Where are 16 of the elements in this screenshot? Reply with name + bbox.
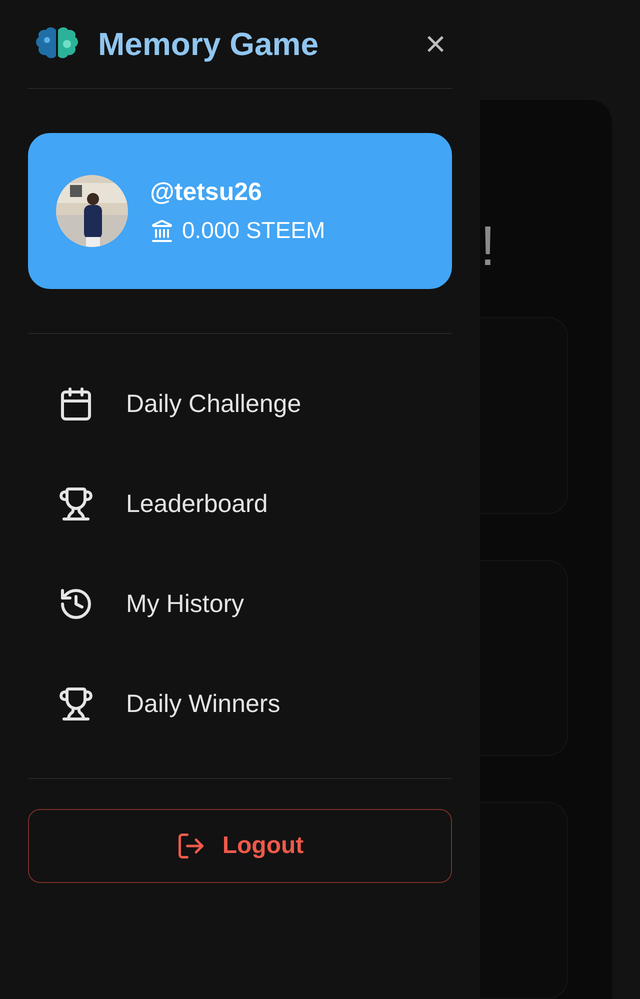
logout-button[interactable]: Logout [28, 809, 452, 883]
menu-item[interactable]: Daily Winners [28, 654, 452, 754]
calendar-icon [58, 386, 94, 422]
trophy-icon [58, 486, 94, 522]
logout-icon [176, 831, 206, 861]
bank-icon [150, 218, 174, 242]
menu-item[interactable]: Daily Challenge [28, 354, 452, 454]
username: @tetsu26 [150, 178, 263, 207]
heading-fragment: ! [480, 213, 497, 279]
menu-item[interactable]: Leaderboard [28, 454, 452, 554]
app-title: Memory Game [98, 26, 320, 62]
menu-item[interactable]: My History [28, 554, 452, 654]
history-icon [58, 586, 94, 622]
wallet-balance: 0.000 STEEM [182, 217, 326, 244]
trophy-icon [58, 686, 94, 722]
close-button[interactable]: × [418, 26, 452, 62]
